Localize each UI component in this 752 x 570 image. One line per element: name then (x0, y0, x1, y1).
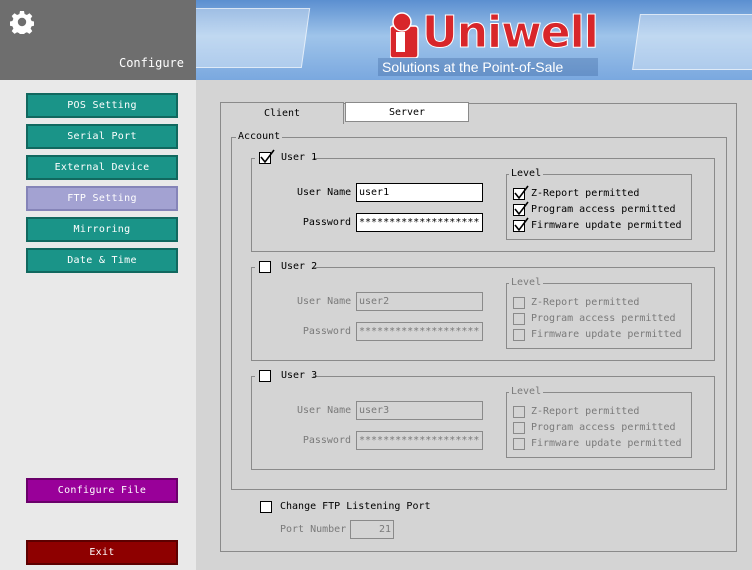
level-firmware-update-label: Firmware update permitted (531, 220, 682, 231)
user-name-input[interactable]: user3 (356, 401, 483, 420)
sidebar-item-serial-port[interactable]: Serial Port (26, 124, 178, 149)
sidebar-item-ftp-setting[interactable]: FTP Setting (26, 186, 178, 211)
user-label: User 2 (281, 261, 318, 272)
user-name-label: User Name (297, 405, 352, 416)
level-firmware-update-label: Firmware update permitted (531, 438, 682, 449)
user-label: User 1 (281, 152, 318, 163)
logo-text: Uniwell (422, 7, 600, 59)
password-input[interactable]: ******************** (356, 213, 483, 232)
user-enable-checkbox[interactable] (259, 370, 271, 382)
brand-banner: Uniwell Solutions at the Point-of-Sale (196, 0, 752, 80)
level-z-report-checkbox[interactable] (513, 406, 525, 418)
banner-glass-decor (196, 8, 311, 68)
ftp-settings-panel: Client Server Account User 1 User Name use… (220, 102, 737, 552)
user-label: User 3 (281, 370, 318, 381)
user-name-input[interactable]: user2 (356, 292, 483, 311)
level-firmware-update-checkbox[interactable] (513, 438, 525, 450)
user-name-label: User Name (297, 187, 352, 198)
password-input[interactable]: ******************** (356, 431, 483, 450)
level-z-report-label: Z-Report permitted (531, 297, 640, 308)
sidebar-item-pos-setting[interactable]: POS Setting (26, 93, 178, 118)
level-program-access-label: Program access permitted (531, 422, 676, 433)
level-firmware-update-checkbox[interactable] (513, 217, 529, 232)
user-name-label: User Name (297, 296, 352, 307)
level-z-report-checkbox[interactable] (513, 185, 529, 200)
sidebar-header: Configure (0, 0, 196, 80)
uniwell-logo-icon (390, 12, 419, 58)
change-ftp-port-checkbox[interactable] (260, 501, 272, 513)
level-program-access-label: Program access permitted (531, 313, 676, 324)
sidebar: Configure POS Setting Serial Port Extern… (0, 0, 196, 570)
tab-server[interactable]: Server (345, 102, 469, 122)
level-program-access-checkbox[interactable] (513, 313, 525, 325)
account-legend: Account (236, 131, 283, 143)
sidebar-item-external-device[interactable]: External Device (26, 155, 178, 180)
level-z-report-label: Z-Report permitted (531, 188, 640, 199)
banner-glass-decor (632, 14, 752, 70)
user-name-input[interactable]: user1 (356, 183, 483, 202)
level-program-access-checkbox[interactable] (513, 201, 529, 216)
password-label: Password (302, 217, 351, 228)
user-enable-checkbox[interactable] (259, 261, 271, 273)
level-z-report-checkbox[interactable] (513, 297, 525, 309)
password-input[interactable]: ******************** (356, 322, 483, 341)
port-number-field[interactable]: 21 (350, 520, 394, 539)
level-program-access-label: Program access permitted (531, 204, 676, 215)
gear-icon[interactable] (10, 10, 34, 34)
change-ftp-port-label: Change FTP Listening Port (280, 501, 431, 512)
level-firmware-update-checkbox[interactable] (513, 329, 525, 341)
port-number-label: Port Number (280, 524, 347, 535)
level-legend: Level (509, 277, 544, 289)
exit-button[interactable]: Exit (26, 540, 178, 565)
tab-client[interactable]: Client (220, 102, 344, 124)
level-legend: Level (509, 168, 544, 180)
sidebar-title: Configure (118, 56, 184, 70)
password-label: Password (302, 435, 351, 446)
password-label: Password (302, 326, 351, 337)
level-legend: Level (509, 386, 544, 398)
configure-file-button[interactable]: Configure File (26, 478, 178, 503)
tagline: Solutions at the Point-of-Sale (378, 58, 598, 76)
sidebar-item-date-time[interactable]: Date & Time (26, 248, 178, 273)
level-program-access-checkbox[interactable] (513, 422, 525, 434)
user-enable-checkbox[interactable] (259, 149, 275, 164)
level-z-report-label: Z-Report permitted (531, 406, 640, 417)
sidebar-item-mirroring[interactable]: Mirroring (26, 217, 178, 242)
level-firmware-update-label: Firmware update permitted (531, 329, 682, 340)
